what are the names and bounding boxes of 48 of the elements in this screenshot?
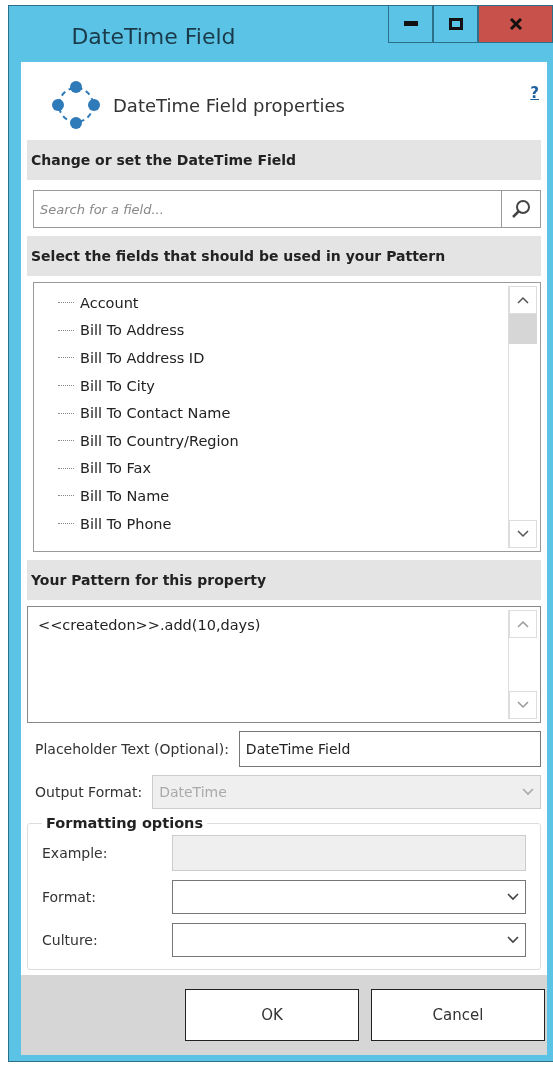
close-icon (508, 17, 523, 31)
section-header: Your Pattern for this property (27, 560, 541, 600)
circle-nodes-icon (51, 80, 101, 130)
placeholder-text-field[interactable]: DateTime Field (238, 731, 541, 767)
tree-item[interactable]: Bill To Fax (80, 460, 151, 477)
section-header: Select the fields that should be used in your Pattern (27, 236, 541, 276)
tree-item[interactable]: Bill To Address (80, 322, 185, 339)
scroll-up-button[interactable] (509, 286, 537, 314)
tree-item[interactable]: Bill To Phone (80, 515, 172, 532)
dialog-button[interactable]: Cancel (371, 989, 545, 1041)
scroll-up-button[interactable] (509, 610, 537, 638)
help-link[interactable]: ? (530, 84, 539, 102)
search-icon (511, 199, 531, 219)
dropdown[interactable] (172, 923, 526, 957)
maximize-icon (448, 18, 463, 30)
tree-item[interactable]: Bill To City (80, 377, 155, 394)
field-label: Culture: (42, 932, 99, 948)
chevron-up-icon (517, 296, 529, 304)
tree-item[interactable]: Account (80, 294, 139, 311)
chevron-up-icon (517, 620, 529, 628)
maximize-button[interactable] (433, 6, 478, 43)
scroll-down-button[interactable] (509, 520, 537, 548)
group-title: Formatting options (45, 815, 205, 831)
scrollbar[interactable] (508, 286, 537, 548)
chevron-down-icon (522, 788, 534, 796)
tree-item[interactable]: Bill To Contact Name (80, 405, 231, 422)
chevron-down-icon (517, 530, 529, 538)
tree-item[interactable]: Bill To Country/Region (80, 432, 239, 449)
minimize-button[interactable] (388, 6, 433, 43)
tree-item[interactable]: Bill To Address ID (80, 350, 205, 366)
window-title: DateTime Field (70, 23, 237, 49)
chevron-down-icon (517, 701, 529, 709)
section-header: Change or set the DateTime Field (27, 140, 541, 180)
pattern-text-area[interactable]: <<createdon>>.add(10,days) (27, 606, 541, 723)
tree-item[interactable]: Bill To Name (80, 487, 170, 504)
scroll-thumb[interactable] (509, 314, 537, 344)
chevron-down-icon (507, 893, 519, 901)
search-field[interactable]: Search for a field... (33, 190, 541, 228)
dialog-heading: DateTime Field properties (113, 94, 346, 116)
dialog-button[interactable]: OK (185, 989, 359, 1041)
scroll-down-button[interactable] (509, 691, 537, 719)
field-label: Example: (42, 845, 109, 861)
chevron-down-icon (507, 936, 519, 944)
dropdown[interactable] (172, 880, 526, 914)
minimize-icon (403, 21, 418, 27)
field-label: Format: (42, 889, 98, 905)
field-label: Output Format: (35, 784, 143, 800)
field-label: Placeholder Text (Optional): (35, 741, 229, 757)
